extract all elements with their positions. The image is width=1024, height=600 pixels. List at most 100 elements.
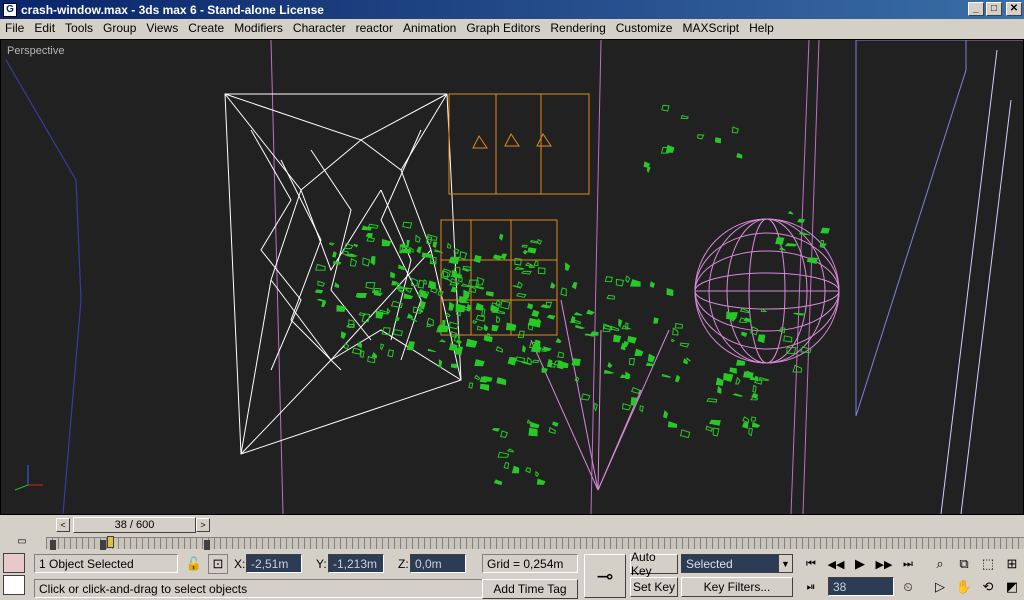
debris-fragment	[742, 416, 750, 424]
time-slider-next-button[interactable]: >	[196, 518, 210, 532]
close-button[interactable]: ✕	[1006, 2, 1022, 16]
debris-fragment	[629, 279, 641, 287]
chevron-down-icon[interactable]: ▼	[778, 555, 792, 572]
go-to-end-icon[interactable]: ⏭	[898, 554, 918, 574]
debris-fragment	[661, 373, 671, 378]
object-color-swatch[interactable]	[3, 553, 25, 573]
time-slider[interactable]: < 38 / 600 >	[0, 515, 1024, 535]
secondary-color-swatch[interactable]	[3, 575, 25, 595]
menu-customize[interactable]: Customize	[611, 21, 678, 35]
track-bar[interactable]: ▭	[0, 535, 1024, 551]
previous-frame-icon[interactable]: ◀◀	[826, 554, 846, 574]
next-frame-icon[interactable]: ▶▶	[874, 554, 894, 574]
time-slider-prev-button[interactable]: <	[56, 518, 70, 532]
y-coordinate-field[interactable]: -1,213m	[328, 554, 384, 573]
go-to-start-icon[interactable]: ⏮	[801, 554, 821, 574]
x-coordinate-field[interactable]: -2,51m	[246, 554, 302, 573]
track-bar-ruler[interactable]	[46, 537, 1024, 550]
debris-fragment	[787, 210, 794, 215]
menu-file[interactable]: File	[0, 21, 29, 35]
mini-curve-editor-icon[interactable]: ▭	[14, 533, 30, 549]
debris-fragment	[381, 238, 392, 247]
menu-group[interactable]: Group	[98, 21, 141, 35]
menu-views[interactable]: Views	[141, 21, 183, 35]
debris-fragment	[314, 289, 324, 294]
debris-fragment	[321, 300, 327, 308]
debris-fragment	[528, 427, 538, 437]
debris-fragment	[474, 374, 481, 381]
viewport-label[interactable]: Perspective	[7, 45, 64, 57]
set-key-button[interactable]: Set Key	[630, 577, 678, 597]
play-icon[interactable]: ▶	[850, 554, 870, 574]
absolute-mode-icon[interactable]: ⊡	[208, 554, 228, 574]
debris-fragment	[800, 346, 812, 354]
key-filters-button[interactable]: Key Filters...	[681, 577, 793, 597]
debris-fragment	[639, 405, 644, 413]
lock-icon[interactable]: 🔓	[184, 554, 204, 574]
debris-fragment	[735, 359, 746, 366]
debris-fragment	[371, 352, 377, 359]
debris-fragment	[524, 262, 533, 267]
menu-character[interactable]: Character	[288, 21, 351, 35]
current-frame-marker[interactable]	[107, 536, 114, 548]
menu-animation[interactable]: Animation	[398, 21, 461, 35]
menu-reactor[interactable]: reactor	[351, 21, 398, 35]
keyframe-marker[interactable]	[100, 540, 106, 550]
debris-fragment	[565, 262, 571, 272]
menu-maxscript[interactable]: MAXScript	[677, 21, 744, 35]
debris-fragment	[442, 268, 452, 278]
debris-fragment	[531, 359, 540, 364]
pan-hand-icon[interactable]: ✋	[954, 577, 974, 597]
debris-fragment	[527, 303, 534, 310]
time-slider-thumb[interactable]: 38 / 600	[73, 517, 196, 533]
menu-help[interactable]: Help	[744, 21, 779, 35]
debris-fragment	[495, 345, 503, 353]
key-mode-dropdown[interactable]: Selected ▼	[681, 554, 793, 573]
auto-key-button[interactable]: Auto Key	[630, 550, 678, 578]
keyframe-marker[interactable]	[204, 540, 210, 550]
field-of-view-icon[interactable]: ▷	[930, 577, 950, 597]
maximize-viewport-icon[interactable]: ◩	[1002, 577, 1022, 597]
menu-modifiers[interactable]: Modifiers	[229, 21, 288, 35]
debris-fragment	[340, 331, 347, 340]
menu-create[interactable]: Create	[183, 21, 229, 35]
menu-edit[interactable]: Edit	[29, 21, 60, 35]
y-label: Y:	[316, 557, 327, 571]
grid-size-field: Grid = 0,254m	[482, 554, 578, 573]
debris-fragment	[571, 358, 581, 366]
minimize-button[interactable]: _	[968, 2, 984, 16]
keyframe-marker[interactable]	[50, 540, 56, 550]
debris-fragment	[571, 281, 578, 290]
zoom-all-icon[interactable]: ⧉	[954, 554, 974, 574]
debris-fragment	[613, 334, 622, 343]
debris-fragment	[758, 376, 770, 381]
glass-panel-wire	[855, 40, 967, 417]
menu-rendering[interactable]: Rendering	[545, 21, 610, 35]
key-mode-toggle-icon[interactable]: ⏯	[801, 577, 821, 597]
debris-fragment	[528, 317, 538, 326]
menu-graph-editors[interactable]: Graph Editors	[461, 21, 545, 35]
debris-fragment	[362, 257, 371, 267]
debris-fragment	[511, 465, 520, 474]
debris-fragment	[672, 327, 679, 336]
zoom-icon[interactable]: ⌕	[930, 554, 950, 574]
time-configuration-icon[interactable]: ⏲	[898, 577, 918, 597]
perspective-viewport[interactable]: Perspective	[0, 39, 1024, 515]
debris-fragment	[520, 361, 532, 366]
add-time-tag-button[interactable]: Add Time Tag	[482, 579, 578, 599]
zoom-extents-icon[interactable]: ⬚	[978, 554, 998, 574]
debris-fragment	[361, 225, 372, 231]
menu-tools[interactable]: Tools	[60, 21, 98, 35]
current-frame-field[interactable]: 38	[828, 577, 894, 596]
maximize-button[interactable]: □	[986, 2, 1002, 16]
debris-fragment	[446, 242, 452, 249]
set-key-mode-button[interactable]: ⊸	[584, 554, 626, 598]
z-coordinate-field[interactable]: 0,0m	[410, 554, 466, 573]
viewport-scene[interactable]	[1, 40, 1023, 514]
debris-fragment	[646, 165, 651, 174]
key-icon: ⊸	[596, 565, 614, 588]
arc-rotate-icon[interactable]: ⟲	[978, 577, 998, 597]
debris-fragment	[625, 371, 631, 380]
zoom-extents-all-icon[interactable]: ⊞	[1002, 554, 1022, 574]
debris-fragment	[482, 375, 493, 382]
